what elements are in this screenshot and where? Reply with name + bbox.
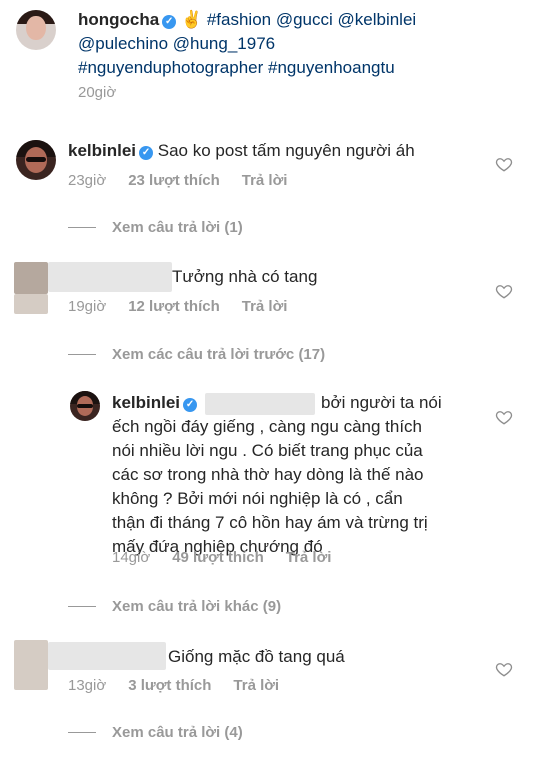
comment-text: Tưởng nhà có tang <box>172 267 318 286</box>
comment-username[interactable]: kelbinlei <box>112 393 180 412</box>
divider-line <box>68 227 96 228</box>
like-heart-icon[interactable] <box>495 155 513 173</box>
reply-button[interactable]: Trả lời <box>286 549 332 566</box>
comment-text-line: ếch ngồi đáy giếng , càng ngu càng thích <box>112 417 423 436</box>
view-replies-button[interactable]: Xem câu trả lời (1) <box>68 219 243 236</box>
comment-likes[interactable]: 49 lượt thích <box>172 549 264 566</box>
like-heart-icon[interactable] <box>495 660 513 678</box>
reply-button[interactable]: Trả lời <box>242 172 288 189</box>
verified-badge-icon: ✓ <box>162 15 177 29</box>
caption-hashtags-1[interactable]: ✌ #fashion @gucci @kelbinlei <box>181 10 416 29</box>
post-caption: hongocha ✓ ✌ #fashion @gucci @kelbinlei @… <box>78 8 528 80</box>
comment-time: 19giờ <box>68 298 107 315</box>
comment-likes[interactable]: 3 lượt thích <box>128 677 211 694</box>
comment-1: kelbinlei ✓ Sao ko post tấm nguyên người … <box>68 139 415 163</box>
censored-avatar <box>14 262 48 294</box>
post-author-avatar[interactable] <box>16 10 56 50</box>
comment-text-line: nói nhiều lời ngu . Có biết trang phục c… <box>112 441 423 460</box>
view-replies-label[interactable]: Xem các câu trả lời trước (17) <box>112 346 325 363</box>
caption-mentions[interactable]: @pulechino @hung_1976 <box>78 32 528 56</box>
reply-avatar[interactable] <box>70 391 100 421</box>
reply-button[interactable]: Trả lời <box>242 298 288 315</box>
comment-2: Tưởng nhà có tang <box>172 265 317 289</box>
post-time: 20giờ <box>78 84 117 101</box>
divider-line <box>68 732 96 733</box>
comment-time: 14giờ <box>112 549 151 566</box>
verified-badge-icon: ✓ <box>139 146 154 160</box>
verified-badge-icon: ✓ <box>183 398 198 412</box>
comment-likes[interactable]: 23 lượt thích <box>128 172 220 189</box>
reply-button[interactable]: Trả lời <box>233 677 279 694</box>
view-previous-replies-button[interactable]: Xem các câu trả lời trước (17) <box>68 346 325 363</box>
divider-line <box>68 354 96 355</box>
comment-3: kelbinlei ✓ bởi người ta nói ếch ngồi đáy … <box>112 391 492 559</box>
comment-meta: 23giờ 23 lượt thích Trả lời <box>68 172 287 189</box>
like-heart-icon[interactable] <box>495 408 513 426</box>
view-more-replies-button[interactable]: Xem câu trả lời khác (9) <box>68 598 281 615</box>
comment-time: 23giờ <box>68 172 107 189</box>
comment-meta: 13giờ 3 lượt thích Trả lời <box>68 677 279 694</box>
comment-meta: 14giờ 49 lượt thích Trả lời <box>112 549 331 566</box>
comment-text-line: thận đi tháng 7 cô hồn hay ám và trừng t… <box>112 513 428 532</box>
view-replies-label[interactable]: Xem câu trả lời (4) <box>112 724 243 741</box>
caption-hashtags-2[interactable]: #nguyenduphotographer #nguyenhoangtu <box>78 56 528 80</box>
comment-text: Giống mặc đồ tang quá <box>168 647 345 666</box>
comment-text-line: không ? Bởi mới nói nghiệp là có , cẩn <box>112 489 403 508</box>
censored-username <box>48 262 172 292</box>
censored-avatar <box>14 640 48 690</box>
divider-line <box>68 606 96 607</box>
comment-text-line: các sơ trong nhà thờ hay dòng là thế nào <box>112 465 424 484</box>
comment-avatar[interactable] <box>16 140 56 180</box>
view-replies-label[interactable]: Xem câu trả lời (1) <box>112 219 243 236</box>
censored-username <box>48 642 166 670</box>
view-replies-label[interactable]: Xem câu trả lời khác (9) <box>112 598 281 615</box>
post-author-username[interactable]: hongocha <box>78 10 159 29</box>
comment-likes[interactable]: 12 lượt thích <box>128 298 220 315</box>
view-replies-button[interactable]: Xem câu trả lời (4) <box>68 724 243 741</box>
comment-meta: 19giờ 12 lượt thích Trả lời <box>68 298 287 315</box>
comment-time: 13giờ <box>68 677 107 694</box>
comment-text-line: bởi người ta nói <box>321 393 442 412</box>
censored-avatar-lower <box>14 294 48 314</box>
comment-username[interactable]: kelbinlei <box>68 141 136 160</box>
like-heart-icon[interactable] <box>495 282 513 300</box>
comment-4: Giống mặc đồ tang quá <box>168 645 345 669</box>
comment-text: Sao ko post tấm nguyên người áh <box>157 141 415 160</box>
